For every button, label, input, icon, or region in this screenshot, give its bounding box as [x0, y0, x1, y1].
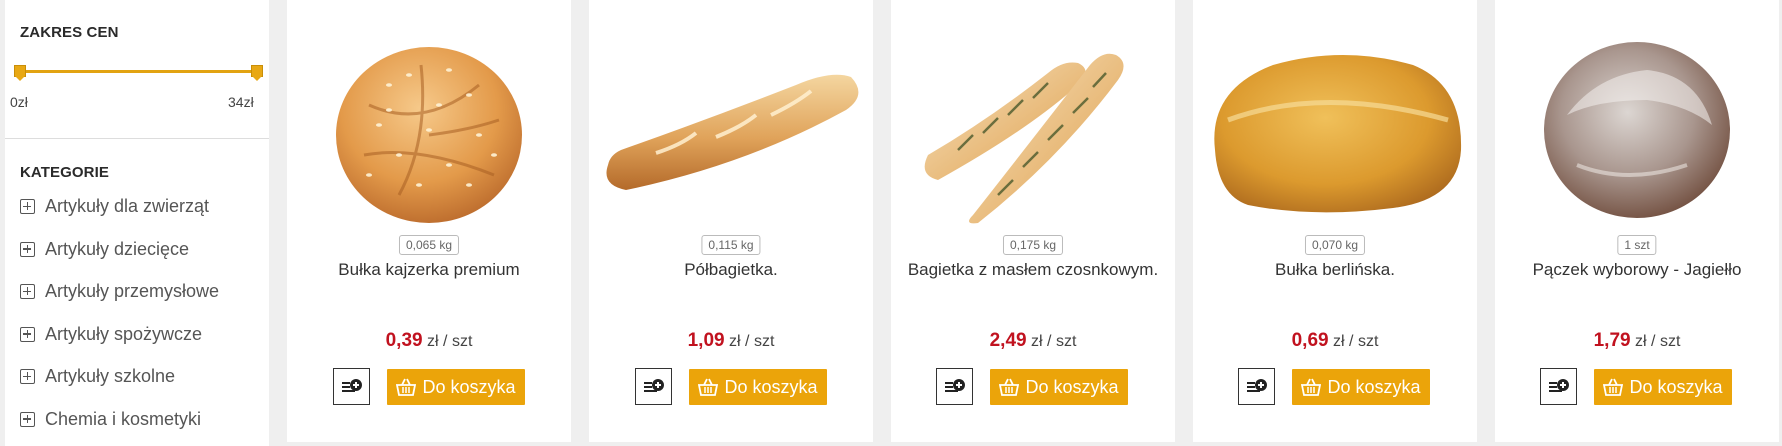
- product-card[interactable]: 0,070 kg Bułka berlińska. 0,69 zł / szt …: [1193, 0, 1477, 442]
- expand-plus-icon[interactable]: [20, 284, 35, 299]
- glazed-donut-image: [1544, 42, 1730, 218]
- garlic-baguettes-image: [924, 53, 1124, 224]
- product-name[interactable]: Bułka kajzerka premium: [287, 260, 571, 280]
- category-item[interactable]: Artykuły przemysłowe: [20, 278, 219, 321]
- add-to-cart-button[interactable]: Do koszyka: [1292, 369, 1430, 405]
- category-item[interactable]: Artykuły dla zwierząt: [20, 193, 219, 236]
- add-to-list-button[interactable]: [936, 368, 973, 405]
- kaiser-roll-image: [336, 47, 522, 223]
- add-to-cart-label: Do koszyka: [1025, 376, 1119, 397]
- add-to-list-icon: [1548, 378, 1569, 392]
- price-unit: zł / szt: [1031, 333, 1077, 350]
- price-value: 0,39: [385, 330, 423, 351]
- price-value: 1,09: [687, 330, 725, 351]
- product-name[interactable]: Bagietka z masłem czosnkowym.: [891, 260, 1175, 280]
- category-label[interactable]: Chemia i kosmetyki: [45, 406, 201, 432]
- add-to-list-button[interactable]: [635, 368, 672, 405]
- category-list: Artykuły dla zwierząt Artykuły dziecięce…: [20, 193, 219, 446]
- add-to-cart-label: Do koszyka: [1629, 376, 1723, 397]
- expand-plus-icon[interactable]: [20, 369, 35, 384]
- weight-badge: 0,175 kg: [1002, 235, 1064, 255]
- product-price: 0,39 zł / szt: [287, 330, 571, 352]
- price-unit: zł / szt: [1333, 333, 1379, 350]
- category-item[interactable]: Artykuły szkolne: [20, 363, 219, 406]
- weight-badge: 0,115 kg: [701, 235, 761, 255]
- product-card[interactable]: 0,115 kg Półbagietka. 1,09 zł / szt Do k…: [589, 0, 873, 442]
- sidebar-divider: [5, 138, 269, 139]
- basket-icon: [1603, 378, 1624, 396]
- add-to-cart-button[interactable]: Do koszyka: [387, 369, 525, 405]
- basket-icon: [396, 378, 417, 396]
- price-value: 0,69: [1291, 330, 1329, 351]
- product-price: 1,79 zł / szt: [1495, 330, 1779, 352]
- product-card[interactable]: 1 szt Pączek wyborowy - Jagiełło 1,79 zł…: [1495, 0, 1779, 442]
- category-item[interactable]: Artykuły spożywcze: [20, 321, 219, 364]
- add-to-list-button[interactable]: [1540, 368, 1577, 405]
- price-unit: zł / szt: [729, 333, 775, 350]
- price-min-label: 0zł: [10, 94, 28, 110]
- half-baguette-image: [606, 74, 859, 190]
- weight-badge: 0,070 kg: [1304, 235, 1366, 255]
- price-slider-track[interactable]: [20, 70, 257, 73]
- product-name[interactable]: Półbagietka.: [589, 260, 873, 280]
- product-image[interactable]: [891, 30, 1175, 230]
- product-card[interactable]: 0,175 kg Bagietka z masłem czosnkowym. 2…: [891, 0, 1175, 442]
- expand-plus-icon[interactable]: [20, 199, 35, 214]
- add-to-list-icon: [341, 378, 362, 392]
- add-to-cart-label: Do koszyka: [1327, 376, 1421, 397]
- add-to-cart-button[interactable]: Do koszyka: [990, 369, 1128, 405]
- categories-title: KATEGORIE: [20, 164, 109, 181]
- product-image[interactable]: [1495, 30, 1779, 230]
- product-image[interactable]: [1193, 30, 1477, 230]
- expand-plus-icon[interactable]: [20, 241, 35, 257]
- category-item[interactable]: Artykuły dziecięce: [20, 236, 219, 279]
- price-slider-max-handle[interactable]: [251, 65, 263, 81]
- add-to-list-icon: [1246, 378, 1267, 392]
- price-value: 2,49: [989, 330, 1027, 351]
- category-label[interactable]: Artykuły spożywcze: [45, 321, 202, 347]
- add-to-cart-button[interactable]: Do koszyka: [689, 369, 827, 405]
- add-to-list-button[interactable]: [1238, 368, 1275, 405]
- basket-icon: [1301, 378, 1322, 396]
- price-max-label: 34zł: [228, 94, 254, 110]
- add-to-cart-label: Do koszyka: [724, 376, 818, 397]
- price-unit: zł / szt: [1635, 333, 1681, 350]
- product-name[interactable]: Bułka berlińska.: [1193, 260, 1477, 280]
- sidebar: ZAKRES CEN 0zł 34zł KATEGORIE Artykuły d…: [5, 0, 269, 446]
- price-range-title: ZAKRES CEN: [20, 24, 119, 41]
- berlin-roll-image: [1213, 55, 1461, 213]
- add-to-list-button[interactable]: [333, 368, 370, 405]
- product-price: 1,09 zł / szt: [589, 330, 873, 352]
- basket-icon: [999, 378, 1020, 396]
- category-item[interactable]: Chemia i kosmetyki: [20, 406, 219, 446]
- price-unit: zł / szt: [427, 333, 473, 350]
- basket-icon: [698, 378, 719, 396]
- price-value: 1,79: [1593, 330, 1631, 351]
- weight-badge: 0,065 kg: [398, 235, 460, 255]
- product-price: 0,69 zł / szt: [1193, 330, 1477, 352]
- weight-badge: 1 szt: [1617, 235, 1657, 255]
- product-name[interactable]: Pączek wyborowy - Jagiełło: [1495, 260, 1779, 280]
- product-price: 2,49 zł / szt: [891, 330, 1175, 352]
- add-to-cart-label: Do koszyka: [422, 376, 516, 397]
- category-label[interactable]: Artykuły przemysłowe: [45, 278, 219, 304]
- add-to-list-icon: [643, 378, 664, 392]
- category-label[interactable]: Artykuły szkolne: [45, 363, 175, 389]
- expand-plus-icon[interactable]: [20, 411, 35, 427]
- product-image[interactable]: [287, 30, 571, 230]
- product-card[interactable]: 0,065 kg Bułka kajzerka premium 0,39 zł …: [287, 0, 571, 442]
- product-image[interactable]: [589, 30, 873, 230]
- add-to-cart-button[interactable]: Do koszyka: [1594, 369, 1732, 405]
- category-label[interactable]: Artykuły dla zwierząt: [45, 193, 209, 219]
- add-to-list-icon: [944, 378, 965, 392]
- expand-plus-icon[interactable]: [20, 326, 35, 342]
- category-label[interactable]: Artykuły dziecięce: [45, 236, 189, 262]
- price-slider-min-handle[interactable]: [14, 65, 26, 81]
